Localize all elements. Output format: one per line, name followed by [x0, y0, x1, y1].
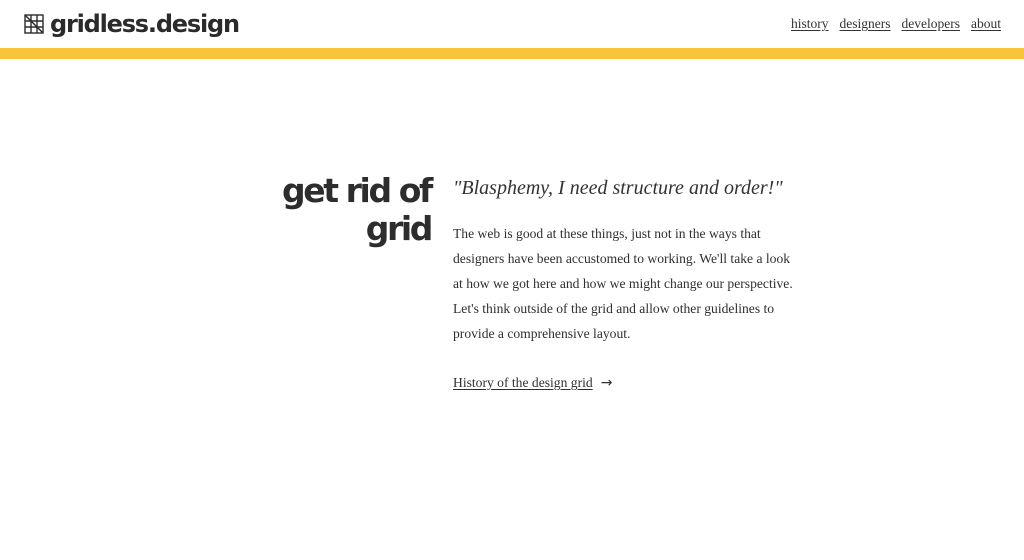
- nav-link-history[interactable]: history: [791, 16, 829, 32]
- cta-label: History of the design grid: [453, 375, 593, 390]
- arrow-right-icon: →: [600, 375, 613, 391]
- site-header: gridless.design history designers develo…: [0, 0, 1024, 48]
- home-logo-link[interactable]: gridless.design: [24, 8, 240, 40]
- hero-headline: get rid of grid: [282, 171, 433, 248]
- hero-body-text: The web is good at these things, just no…: [453, 226, 793, 341]
- history-of-design-grid-link[interactable]: History of the design grid →: [453, 375, 612, 391]
- nav-link-designers[interactable]: designers: [840, 16, 891, 32]
- nav-link-about[interactable]: about: [971, 16, 1001, 32]
- main-nav: history designers developers about: [791, 16, 1001, 32]
- nav-link-developers[interactable]: developers: [902, 16, 960, 32]
- brand-name: gridless.design: [50, 10, 240, 38]
- accent-bar: [0, 48, 1024, 59]
- hero-quote: "Blasphemy, I need structure and order!": [453, 177, 783, 199]
- hero-section: get rid of grid "Blasphemy, I need struc…: [0, 59, 1024, 560]
- grid-logo-icon: [24, 14, 44, 34]
- hero-content: "Blasphemy, I need structure and order!"…: [453, 175, 813, 392]
